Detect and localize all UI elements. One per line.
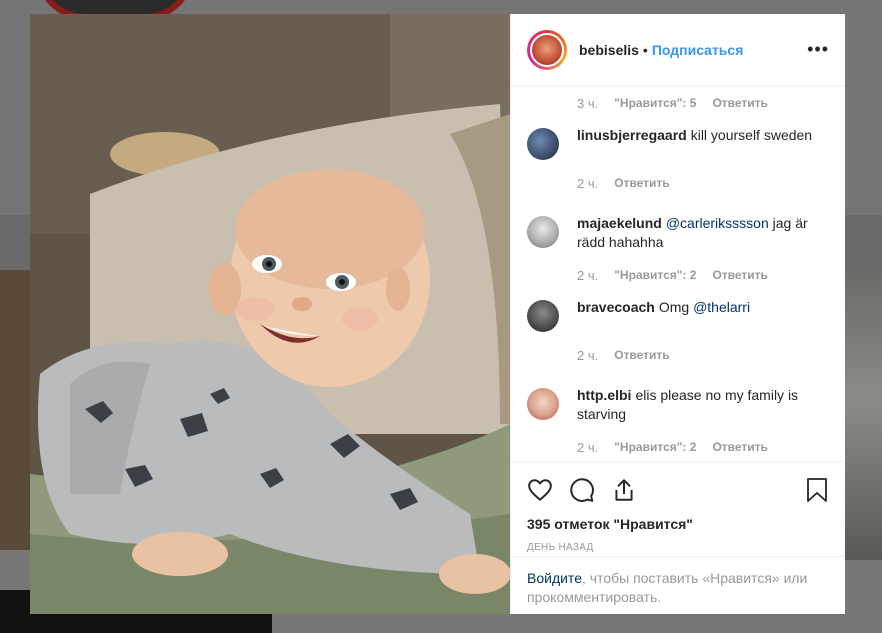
post-username[interactable]: bebiselis: [579, 42, 639, 58]
background-tile-left: [0, 270, 30, 550]
comment-meta: 2 ч. Ответить: [527, 346, 829, 364]
comment-meta: 2 ч. "Нравится": 2 Ответить: [527, 266, 829, 284]
comment-mention[interactable]: @thelarri: [693, 299, 750, 315]
comment-text: bravecoach Omg @thelarri: [577, 298, 817, 317]
baby-photo-illustration: [30, 14, 510, 614]
comment-text: linusbjerregaard kill yourself sweden: [577, 126, 817, 145]
comment-item: linusbjerregaard kill yourself sweden: [527, 126, 829, 160]
background-tile-right: [845, 270, 882, 560]
reply-button[interactable]: Ответить: [712, 268, 767, 282]
header-separator: •: [642, 41, 648, 58]
comment-likes[interactable]: "Нравится": 2: [614, 268, 696, 282]
comment-item: bravecoach Omg @thelarri: [527, 298, 829, 332]
share-icon[interactable]: [611, 477, 637, 503]
post-actions: 395 отметок "Нравится" день назад: [511, 461, 845, 556]
login-prompt: Войдите, чтобы поставить «Нравится» или …: [511, 556, 845, 614]
bookmark-icon[interactable]: [805, 477, 829, 503]
comment-time[interactable]: 2 ч.: [577, 348, 598, 363]
action-icons: [527, 470, 829, 510]
post-modal: bebiselis • Подписаться ••• 3 ч. "Нравит…: [30, 14, 845, 614]
comment-avatar[interactable]: [527, 216, 559, 248]
avatar-image: [530, 32, 564, 67]
comment-time[interactable]: 2 ч.: [577, 176, 598, 191]
comment-content: Omg: [658, 299, 694, 315]
comment-meta: 3 ч. "Нравится": 5 Ответить: [527, 94, 829, 112]
comment-meta: 2 ч. Ответить: [527, 174, 829, 192]
comment-username[interactable]: linusbjerregaard: [577, 127, 687, 143]
post-sidebar: bebiselis • Подписаться ••• 3 ч. "Нравит…: [510, 14, 845, 614]
comment-avatar[interactable]: [527, 128, 559, 160]
comment-likes[interactable]: "Нравится": 5: [614, 96, 696, 110]
more-icon[interactable]: •••: [807, 39, 829, 60]
follow-button[interactable]: Подписаться: [652, 42, 744, 58]
comment-text: http.elbi elis please no my family is sta…: [577, 386, 817, 424]
comment-mention[interactable]: @carleriksssson: [666, 215, 769, 231]
comment-likes[interactable]: "Нравится": 2: [614, 440, 696, 454]
heart-icon[interactable]: [527, 477, 553, 503]
comment-avatar[interactable]: [527, 388, 559, 420]
comment-content: kill yourself sweden: [690, 127, 813, 143]
comment-time[interactable]: 2 ч.: [577, 268, 598, 283]
comment-username[interactable]: majaekelund: [577, 215, 662, 231]
reply-button[interactable]: Ответить: [614, 348, 669, 362]
comment-username[interactable]: http.elbi: [577, 387, 631, 403]
comment-avatar[interactable]: [527, 300, 559, 332]
login-link[interactable]: Войдите: [527, 570, 582, 586]
reply-button[interactable]: Ответить: [712, 96, 767, 110]
post-timestamp[interactable]: день назад: [527, 542, 829, 553]
comment-text: majaekelund @carleriksssson jag är rädd h…: [577, 214, 817, 252]
comment-time[interactable]: 3 ч.: [577, 96, 598, 111]
comment-item: http.elbi elis please no my family is sta…: [527, 386, 829, 424]
comment-icon[interactable]: [569, 477, 595, 503]
comments-list[interactable]: 3 ч. "Нравится": 5 Ответить linusbjerreg…: [511, 86, 845, 461]
avatar[interactable]: [527, 29, 567, 70]
comment-item: majaekelund @carleriksssson jag är rädd h…: [527, 214, 829, 252]
reply-button[interactable]: Ответить: [712, 440, 767, 454]
reply-button[interactable]: Ответить: [614, 176, 669, 190]
post-header: bebiselis • Подписаться •••: [511, 14, 845, 86]
comment-username[interactable]: bravecoach: [577, 299, 655, 315]
likes-count[interactable]: 395 отметок "Нравится": [527, 516, 829, 532]
comment-time[interactable]: 2 ч.: [577, 440, 598, 455]
post-photo[interactable]: [30, 14, 510, 614]
comment-meta: 2 ч. "Нравится": 2 Ответить: [527, 438, 829, 456]
